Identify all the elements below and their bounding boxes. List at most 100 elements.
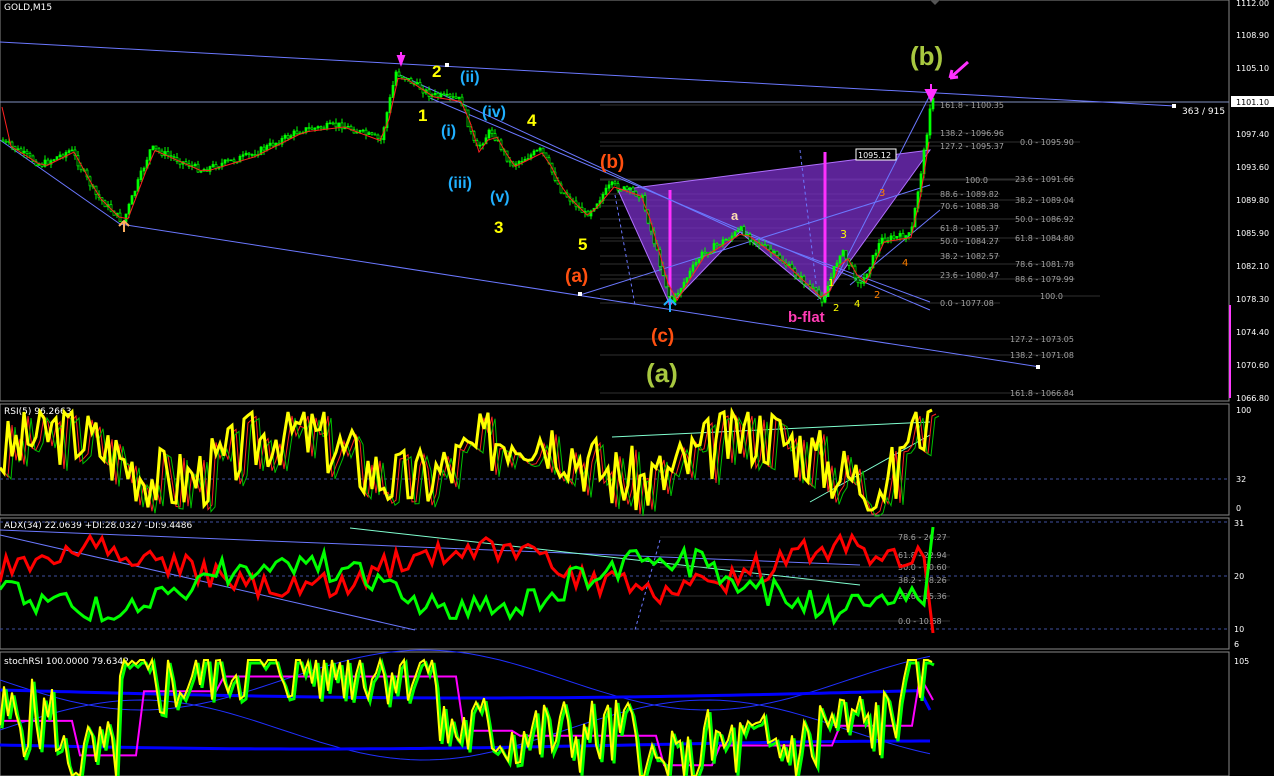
candle [286, 135, 290, 139]
candle [439, 93, 443, 98]
wave-label: (i) [441, 123, 456, 140]
candle [196, 163, 200, 173]
candle [607, 184, 611, 189]
wave-label: (ii) [460, 69, 480, 86]
candle [676, 292, 680, 295]
candle [457, 96, 461, 99]
candle [262, 146, 266, 151]
adx-fib-label: 78.6 - 26.27 [898, 533, 947, 542]
candle [697, 258, 701, 263]
candle [154, 145, 158, 150]
rsi-label: RSI(5) 96.2663 [4, 407, 71, 417]
price-tick: 1070.60 [1236, 361, 1269, 370]
candle [928, 108, 932, 136]
candle [376, 134, 380, 139]
candle [703, 251, 707, 254]
volume-marker [1229, 305, 1231, 398]
fib-label: 38.2 - 1089.04 [1015, 196, 1074, 205]
wave-label: (c) [651, 326, 674, 347]
price-tick: 1066.80 [1236, 394, 1269, 403]
candle [232, 159, 236, 163]
candle [763, 244, 767, 247]
fib-label: 0.0 - 1077.08 [940, 299, 994, 308]
candle [742, 226, 746, 236]
candle [307, 127, 311, 129]
fib-label: 61.8 - 1084.80 [1015, 234, 1074, 243]
candle [445, 93, 449, 96]
chart-canvas[interactable]: GOLD,M15 1112.00 1108.90 1105.10 1097.40… [0, 0, 1274, 776]
anchor-point[interactable] [578, 292, 582, 296]
wave-label: 3 [879, 188, 885, 199]
candle [271, 142, 275, 147]
candle [25, 150, 29, 154]
candle [313, 127, 317, 130]
mouse-readout: 363 / 915 [1182, 107, 1225, 117]
candle [223, 159, 227, 164]
candle [685, 277, 689, 283]
fib-label: 127.2 - 1095.37 [940, 142, 1004, 151]
fib-label: 0.0 - 1095.90 [1020, 138, 1074, 147]
candle [535, 149, 539, 152]
wave-label: (a) [565, 266, 588, 287]
candle [172, 156, 176, 158]
fib-label: 161.8 - 1066.84 [1010, 389, 1074, 398]
candle [688, 270, 692, 279]
candle [133, 190, 137, 197]
fib-label: 50.0 - 1086.92 [1015, 215, 1074, 224]
fib-label: 88.6 - 1079.99 [1015, 275, 1074, 284]
adx-tick: 6 [1234, 640, 1239, 649]
candle [610, 181, 614, 186]
wave-label: 3 [840, 228, 847, 241]
candle [199, 170, 203, 173]
candle [841, 250, 845, 257]
candle [250, 154, 254, 156]
candle [322, 127, 326, 130]
fib-label: 50.0 - 1084.27 [940, 237, 999, 246]
candle [169, 155, 173, 157]
candle [508, 160, 512, 163]
anchor-point[interactable] [445, 63, 449, 67]
candle [880, 237, 884, 244]
wave-label: 1 [418, 106, 427, 125]
candle [907, 232, 911, 236]
candle [811, 286, 815, 289]
candle [835, 262, 839, 267]
candle [400, 75, 404, 78]
candle [70, 149, 74, 152]
wave-label: 2 [874, 290, 880, 301]
wave-label: 2 [432, 62, 441, 81]
candle [733, 231, 737, 237]
candle [310, 127, 314, 130]
candle [613, 181, 617, 185]
candle [541, 147, 545, 154]
candle [667, 286, 671, 297]
anchor-point[interactable] [1172, 104, 1176, 108]
anchor-point[interactable] [1036, 365, 1040, 369]
candle [316, 126, 320, 129]
candle [328, 122, 332, 125]
candle [691, 264, 695, 272]
candle [859, 282, 863, 284]
candle [625, 186, 629, 190]
candle [715, 243, 719, 246]
candle [616, 183, 620, 191]
candle [727, 238, 731, 241]
fib-label: 100.0 [1040, 292, 1063, 301]
candle [241, 154, 245, 157]
candle [37, 163, 41, 166]
candle [142, 167, 146, 172]
wave-label: 4 [527, 111, 537, 130]
fib-label: 88.6 - 1089.82 [940, 190, 999, 199]
candle [637, 195, 641, 198]
candle [325, 122, 329, 129]
candle [253, 154, 257, 157]
candle [370, 132, 374, 135]
candle [838, 255, 842, 264]
candle [736, 229, 740, 233]
wave-label: 4 [902, 258, 908, 269]
adx-tick: 20 [1234, 572, 1244, 581]
price-tick: 1074.40 [1236, 328, 1269, 337]
rsi-tick: 0 [1236, 504, 1241, 513]
wave-label: 1 [828, 278, 834, 289]
wave-label: (a) [646, 358, 678, 388]
